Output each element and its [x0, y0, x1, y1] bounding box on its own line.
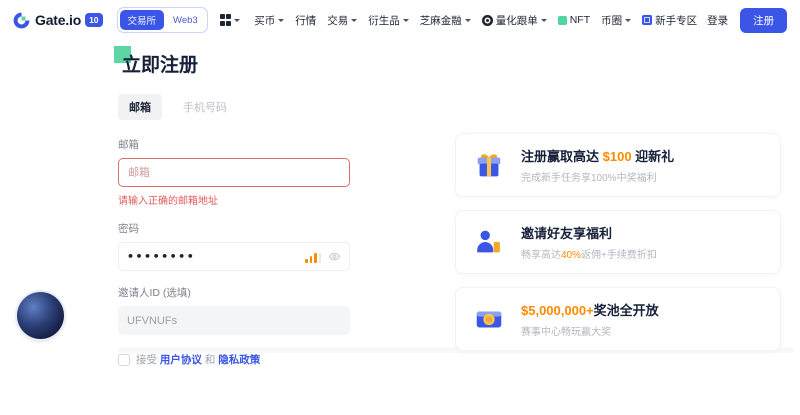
promo-subtitle-highlight: 40% [561, 250, 581, 261]
nav-nft[interactable]: NFT [558, 14, 590, 26]
copy-trading-icon [482, 15, 493, 26]
promo-title-text: 迎新礼 [632, 149, 675, 164]
terms-link[interactable]: 用户协议 [160, 354, 202, 366]
password-field-group: 密码 [118, 221, 350, 271]
promo-card-prize-pool[interactable]: $5,000,000+奖池全开放 赛事中心畅玩赢大奖 [455, 287, 781, 351]
chevron-down-icon [541, 19, 547, 22]
nav-label: 芝麻金融 [420, 13, 462, 28]
chevron-down-icon [234, 19, 240, 22]
promo-subtitle-text: 畅享高达 [521, 250, 561, 261]
privacy-link[interactable]: 隐私政策 [218, 354, 260, 366]
anniversary-badge: 10 [85, 13, 102, 27]
password-input-box [118, 242, 350, 271]
navbar-right: 登录 注册 [707, 8, 800, 33]
tab-phone[interactable]: 手机号码 [172, 94, 238, 120]
nav-trade[interactable]: 交易 [327, 13, 357, 28]
signup-form: 立即注册 邮箱 手机号码 邮箱 请输入正确的邮箱地址 密码 邀请人ID (选填) [118, 50, 350, 367]
invite-id-input[interactable] [118, 306, 350, 335]
prize-pool-icon [472, 302, 506, 336]
promo-subtitle-text: 赛事中心畅玩赢大奖 [521, 327, 611, 338]
password-label: 密码 [118, 221, 350, 236]
nav-copy-trading[interactable]: 量化跟单 [482, 13, 547, 28]
page-title-block: 立即注册 [118, 50, 350, 74]
nav-label: 买币 [254, 13, 275, 28]
signup-method-tabs: 邮箱 手机号码 [118, 94, 350, 120]
invite-field-group: 邀请人ID (选填) [118, 285, 350, 335]
nav-moments[interactable]: 币圈 [601, 13, 631, 28]
promo-title-text: 邀请好友享福利 [521, 226, 612, 241]
nft-icon [558, 16, 567, 25]
toggle-password-visibility-icon[interactable] [328, 250, 341, 263]
chevron-down-icon [403, 19, 409, 22]
top-navbar: Gate.io 10 交易所 Web3 买币 行情 交易 衍生品 芝麻金融 [0, 0, 800, 40]
support-avatar-widget[interactable] [17, 292, 64, 339]
promo-card-referral[interactable]: 邀请好友享福利 畅享高达40%返佣+手续费折扣 [455, 210, 781, 274]
agree-prefix: 接受 [136, 354, 157, 366]
password-extras [305, 250, 341, 263]
promo-title-text: 奖池全开放 [594, 303, 659, 318]
email-input[interactable] [118, 158, 350, 187]
email-error-text: 请输入正确的邮箱地址 [118, 192, 350, 207]
nav-finance[interactable]: 芝麻金融 [420, 13, 471, 28]
chevron-down-icon [278, 19, 284, 22]
promo-title: 邀请好友享福利 [521, 223, 657, 242]
invite-label: 邀请人ID (选填) [118, 285, 350, 300]
promo-cards: 注册赢取高达 $100 迎新礼 完成新手任务享100%中奖福利 邀请好友享福利 … [455, 133, 781, 364]
promo-card-text: $5,000,000+奖池全开放 赛事中心畅玩赢大奖 [521, 300, 659, 338]
gateio-logo-text: Gate.io [35, 12, 81, 28]
password-strength-icon [305, 252, 321, 263]
gift-icon [472, 148, 506, 182]
promo-subtitle: 完成新手任务享100%中奖福利 [521, 169, 674, 184]
gateio-logo[interactable]: Gate.io 10 [12, 11, 103, 30]
nav-beginner-zone[interactable]: 新手专区 [642, 13, 697, 28]
chevron-down-icon [465, 19, 471, 22]
chevron-down-icon [351, 19, 357, 22]
register-button[interactable]: 注册 [740, 8, 787, 33]
nav-label: 衍生品 [368, 13, 400, 28]
nav-label: NFT [570, 14, 590, 26]
promo-title: 注册赢取高达 $100 迎新礼 [521, 146, 674, 165]
apps-menu-button[interactable] [220, 14, 241, 26]
nav-markets[interactable]: 行情 [295, 13, 316, 28]
chevron-down-icon [625, 19, 631, 22]
login-link[interactable]: 登录 [707, 13, 728, 28]
password-input[interactable] [127, 250, 247, 263]
agreement-text: 接受 用户协议 和 隐私政策 [136, 352, 260, 367]
nav-derivatives[interactable]: 衍生品 [368, 13, 409, 28]
toggle-web3[interactable]: Web3 [166, 12, 205, 29]
page-title: 立即注册 [118, 50, 350, 77]
nav-label: 行情 [295, 13, 316, 28]
toggle-exchange[interactable]: 交易所 [120, 10, 165, 30]
promo-title-highlight: $100 [603, 149, 632, 164]
agree-and: 和 [205, 354, 216, 366]
main-nav: 买币 行情 交易 衍生品 芝麻金融 量化跟单 NFT 币圈 [254, 13, 697, 28]
exchange-web3-toggle[interactable]: 交易所 Web3 [117, 7, 208, 33]
promo-title-text: 注册赢取高达 [521, 149, 603, 164]
promo-title: $5,000,000+奖池全开放 [521, 300, 659, 319]
email-label: 邮箱 [118, 137, 350, 152]
promo-card-text: 注册赢取高达 $100 迎新礼 完成新手任务享100%中奖福利 [521, 146, 674, 184]
gateio-logo-icon [12, 11, 31, 30]
promo-subtitle: 畅享高达40%返佣+手续费折扣 [521, 246, 657, 261]
promo-subtitle-text: 返佣+手续费折扣 [581, 250, 657, 261]
invite-friends-icon [472, 225, 506, 259]
agreement-row: 接受 用户协议 和 隐私政策 [118, 352, 350, 367]
promo-card-welcome-bonus[interactable]: 注册赢取高达 $100 迎新礼 完成新手任务享100%中奖福利 [455, 133, 781, 197]
nav-label: 量化跟单 [496, 13, 538, 28]
nav-label: 交易 [327, 13, 348, 28]
nav-label: 币圈 [601, 13, 622, 28]
nav-label: 新手专区 [655, 13, 697, 28]
promo-subtitle: 赛事中心畅玩赢大奖 [521, 323, 659, 338]
agreement-checkbox[interactable] [118, 354, 130, 366]
email-field-group: 邮箱 请输入正确的邮箱地址 [118, 137, 350, 207]
promo-subtitle-text: 完成新手任务享100%中奖福利 [521, 173, 657, 184]
promo-title-highlight: $5,000,000+ [521, 303, 594, 318]
nav-buy-crypto[interactable]: 买币 [254, 13, 284, 28]
grid-menu-icon [220, 14, 232, 26]
beginner-zone-icon [642, 15, 652, 25]
promo-card-text: 邀请好友享福利 畅享高达40%返佣+手续费折扣 [521, 223, 657, 261]
tab-email[interactable]: 邮箱 [118, 94, 162, 120]
